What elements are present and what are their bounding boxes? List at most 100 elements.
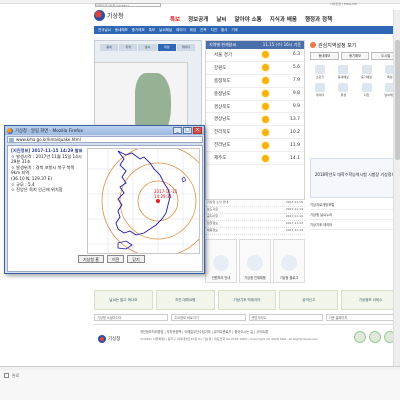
map-tab[interactable]: 동네 [100, 44, 119, 51]
quick-icon-item[interactable]: 레이더 [310, 83, 330, 98]
link-select[interactable]: 기관 홈페이지 [325, 314, 400, 321]
forecast-row[interactable]: 전라남도 11.9 [206, 139, 304, 153]
right-link[interactable]: 기상기후 데이터 [310, 220, 400, 230]
nav-knowledge[interactable]: 지식과 배움 [270, 15, 297, 23]
subnav-item[interactable]: 위성 [190, 28, 196, 33]
link-select[interactable]: 기상청 소셜미디어 [94, 314, 169, 321]
map-tab[interactable]: 지역 [119, 44, 138, 51]
service-card[interactable]: 민원처리 안내 [205, 239, 237, 283]
nav-policy[interactable]: 행정과 정책 [305, 15, 332, 23]
cert-badge-icon[interactable] [354, 331, 366, 343]
kma-home-button[interactable]: 기상청 홈 [78, 255, 104, 263]
right-link[interactable]: 기상자료개방포털 [310, 200, 400, 210]
service-cards: 민원처리 안내 기상청 인재채용 기상청 블로그 [205, 239, 305, 283]
sunny-icon [261, 128, 269, 136]
kma-logo[interactable]: 기상청 [94, 8, 124, 22]
subnav-item[interactable]: 지진 [211, 28, 217, 33]
rc-button[interactable]: 동네예보 [310, 52, 339, 60]
news-date: 2017.11.14 [285, 207, 303, 211]
nav-weather[interactable]: 날씨 [216, 15, 226, 23]
top-badge[interactable]: 대한민국기상청 [KOREA] [95, 3, 161, 7]
footer-links[interactable]: 개인정보처리방침 | 저작권정책 | 이메일무단수집거부 | 뷰어다운로드 | … [140, 329, 360, 334]
forecast-row[interactable]: 충청북도 7.9 [206, 75, 304, 88]
forecast-row[interactable]: 충청남도 9.8 [206, 88, 304, 101]
main-nav: 특보 정보공개 날씨 알아야 소통 지식과 배움 행정과 정책 [170, 14, 400, 24]
link-select[interactable]: 주요정보 바로가기 [171, 314, 246, 321]
news-item[interactable]: 입찰정보 2017.11.13 [205, 221, 305, 228]
nav-communication[interactable]: 알아야 소통 [235, 15, 262, 23]
subnav-item[interactable]: 중기예보 [132, 28, 145, 33]
banner[interactable]: 기상정보 서비스 [341, 290, 400, 310]
popup-url-bar[interactable]: www.kma.go.kr/kma/quake.html [7, 136, 203, 143]
forecast-row[interactable]: 서울 경기 6.3 [206, 49, 304, 62]
map-tab[interactable]: 날씨 [138, 44, 157, 51]
region-name: 충청남도 [214, 91, 231, 97]
banner[interactable]: 지진 대피요령 [155, 290, 215, 310]
close-button[interactable]: × [193, 127, 202, 134]
quick-icons: 초단기 동네예보 중기예보 특보 레이더 위성 지진 날씨해설 [310, 65, 400, 98]
banner[interactable]: 날씨는 알고 떠나요 [94, 290, 153, 310]
quick-icon-label: 초단기 [315, 75, 325, 79]
quick-icon-item[interactable]: 지진 [357, 83, 377, 98]
region-name: 충청북도 [214, 78, 231, 84]
window-controls: _ □ × [173, 127, 202, 134]
close-popup-button[interactable]: 닫기 [127, 255, 145, 263]
sunny-icon [261, 90, 269, 98]
subnav-item[interactable]: 전국날씨 [98, 28, 111, 33]
subnav-item[interactable]: 기후 [232, 28, 238, 33]
news-item[interactable]: 기상청 소식 안내 2017.11.15 [205, 200, 305, 207]
forecast-row[interactable]: 제주도 14.1 [206, 152, 304, 166]
status-bar: 완료 [0, 370, 400, 400]
region-temp: 7.9 [292, 78, 300, 84]
nav-warning[interactable]: 특보 [170, 15, 180, 23]
subnav-item[interactable]: 관측 [200, 28, 206, 33]
subnav-item[interactable]: 레이더 [176, 28, 186, 33]
service-card[interactable]: 기상청 인재채용 [239, 239, 271, 283]
popup-titlebar[interactable]: 기상청 : 알림 화면 - Mozilla Firefox _ □ × [5, 126, 204, 135]
kma-seal-icon [94, 9, 105, 21]
minimize-button[interactable]: _ [173, 127, 182, 134]
region-name: 서울 경기 [214, 52, 232, 58]
previous-button[interactable]: 이전 [107, 255, 125, 263]
banner[interactable]: 기상기후 빅데이터 [217, 290, 277, 310]
cert-badge-icon[interactable] [369, 331, 381, 343]
banner[interactable]: 공익신고 [279, 290, 339, 310]
subnav-item[interactable]: 날씨해설 [159, 28, 172, 33]
news-item[interactable]: 보도자료 2017.11.14 [205, 207, 305, 214]
forecast-header: 지역별 현재날씨 11.15 (수) 16시 기준 [206, 41, 304, 49]
forecast-row[interactable]: 경상북도 9.9 [206, 101, 304, 114]
region-setting[interactable]: 관심지역설정 보기 [310, 40, 400, 50]
logo-text: 기상청 [107, 12, 124, 20]
weather-service-icon [315, 83, 326, 92]
map-tab-active[interactable]: 위성 [157, 44, 176, 51]
subnav-item[interactable]: 황사 [221, 28, 227, 33]
link-select[interactable]: 관련사이트 [248, 314, 323, 321]
forecast-row[interactable]: 경상남도 13.7 [206, 113, 304, 127]
service-card-icon [281, 255, 297, 271]
sunny-icon [261, 64, 269, 72]
quick-icon-item[interactable]: 동네예보 [333, 65, 353, 80]
top-links[interactable]: 사이트맵 | ENGLISH [330, 2, 396, 7]
rc-button[interactable]: 중기예보 [340, 52, 370, 60]
quick-icon-item[interactable]: 초단기 [310, 65, 330, 80]
news-item[interactable]: 공지사항 2017.11.14 [205, 214, 305, 221]
forecast-row[interactable]: 전라북도 10.2 [206, 126, 304, 140]
subnav-item[interactable]: 동네예보 [115, 28, 128, 33]
forecast-row[interactable]: 강원도 5.6 [206, 62, 304, 75]
quick-icon-item[interactable]: 위성 [333, 83, 353, 98]
sunny-icon [261, 141, 269, 149]
news-item[interactable]: 채용정보 2017.11.13 [205, 228, 305, 235]
subnav-item[interactable]: 특보 [149, 28, 155, 33]
maximize-button[interactable]: □ [183, 127, 192, 134]
right-link[interactable]: 기상청 날씨누리 [310, 210, 400, 220]
footer-address: (07062) 서울특별시 동작구 여의대방로16길 61 기상청 / 대표전화… [140, 337, 319, 341]
map-tab[interactable]: 레이더 [176, 44, 196, 51]
service-card[interactable]: 기상청 블로그 [273, 239, 305, 283]
nav-info[interactable]: 정보공개 [188, 15, 208, 23]
page-scrollbar[interactable] [393, 10, 400, 366]
weather-service-icon [338, 65, 349, 74]
quick-icon-item[interactable]: 중기예보 [357, 65, 377, 80]
scrollbar-thumb[interactable] [395, 40, 400, 160]
exam-weather-banner[interactable]: 2018학년도 대학수학능력시험 시험장 기상정보 [310, 158, 400, 198]
service-card-label: 민원처리 안내 [211, 276, 231, 280]
